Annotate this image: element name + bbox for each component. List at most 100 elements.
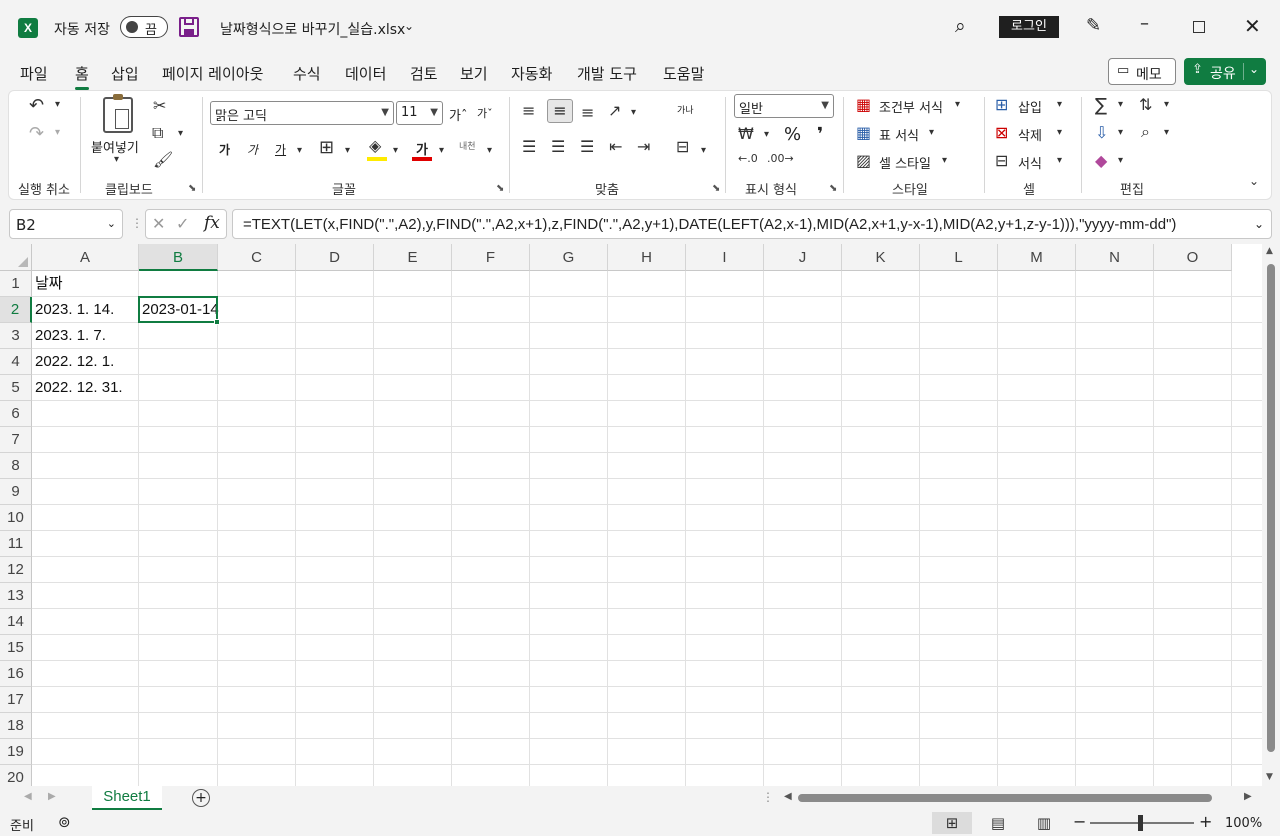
column-header-j[interactable]: J	[764, 244, 842, 271]
merge-center-icon[interactable]: ⊟	[676, 139, 689, 155]
tab-insert[interactable]: 삽입	[111, 63, 139, 84]
minimize-icon[interactable]: –	[1140, 13, 1149, 34]
column-header-f[interactable]: F	[452, 244, 530, 271]
memo-button[interactable]: ▭ 메모	[1108, 58, 1176, 85]
zoom-level[interactable]: 100%	[1225, 816, 1262, 831]
dialog-launcher-icon[interactable]: ⬊	[829, 183, 837, 194]
sheet-tab-sheet1[interactable]: Sheet1	[92, 786, 162, 810]
chevron-down-icon[interactable]: ▾	[1118, 128, 1123, 138]
vertical-scrollbar[interactable]: ▲ ▼	[1262, 244, 1280, 786]
chevron-down-icon[interactable]: ▾	[631, 108, 636, 118]
column-header-c[interactable]: C	[218, 244, 296, 271]
row-header-1[interactable]: 1	[0, 271, 32, 297]
row-header-2[interactable]: 2	[0, 297, 32, 323]
column-header-h[interactable]: H	[608, 244, 686, 271]
search-icon[interactable]: ⌕	[955, 15, 966, 37]
chevron-down-icon[interactable]: ▾	[1057, 100, 1062, 110]
row-header-11[interactable]: 11	[0, 531, 32, 557]
currency-icon[interactable]: ₩	[738, 126, 754, 142]
autosave-toggle[interactable]: 끔	[120, 16, 168, 38]
chevron-down-icon[interactable]: ▾	[1164, 128, 1169, 138]
border-icon[interactable]: ⊞	[319, 139, 334, 157]
file-name[interactable]: 날짜형식으로 바꾸기_실습.xlsx	[220, 19, 405, 39]
cell-a2[interactable]: 2023. 1. 14.	[32, 297, 114, 323]
increase-decimal-icon[interactable]: ←.0	[738, 153, 758, 164]
cell-a4[interactable]: 2022. 12. 1.	[32, 349, 114, 375]
row-header-9[interactable]: 9	[0, 479, 32, 505]
tab-formulas[interactable]: 수식	[293, 63, 321, 84]
undo-icon[interactable]: ↶	[29, 97, 44, 115]
column-header-d[interactable]: D	[296, 244, 374, 271]
increase-font-size-button[interactable]: 가ˆ	[449, 105, 467, 124]
row-header-12[interactable]: 12	[0, 557, 32, 583]
conditional-format-icon[interactable]: ▦	[856, 97, 871, 113]
column-header-a[interactable]: A	[32, 244, 139, 271]
fill-icon[interactable]: ⇩	[1095, 125, 1108, 141]
row-header-6[interactable]: 6	[0, 401, 32, 427]
tab-automate[interactable]: 자동화	[511, 63, 552, 84]
decrease-font-size-button[interactable]: 가ˇ	[477, 105, 493, 121]
row-header-20[interactable]: 20	[0, 765, 32, 786]
column-header-g[interactable]: G	[530, 244, 608, 271]
tab-help[interactable]: 도움말	[663, 63, 704, 84]
table-format-icon[interactable]: ▦	[856, 125, 871, 141]
column-header-b[interactable]: B	[139, 244, 218, 271]
chevron-down-icon[interactable]: ▾	[297, 146, 302, 156]
decrease-indent-icon[interactable]: ⇤	[609, 139, 622, 155]
align-top-icon[interactable]: ≡	[522, 103, 535, 119]
chevron-down-icon[interactable]: ⌄	[1254, 217, 1264, 231]
row-header-16[interactable]: 16	[0, 661, 32, 687]
page-layout-view-button[interactable]: ▤	[978, 812, 1018, 834]
pen-icon[interactable]: ✎	[1086, 15, 1101, 36]
chevron-down-icon[interactable]: ▾	[1118, 100, 1123, 110]
cell-a1[interactable]: 날짜	[32, 271, 63, 297]
format-as-table-button[interactable]: 표 서식	[879, 125, 919, 144]
column-header-n[interactable]: N	[1076, 244, 1154, 271]
format-button[interactable]: 서식	[1018, 153, 1042, 172]
tab-file[interactable]: 파일	[20, 63, 48, 84]
hscroll-right-icon[interactable]: ▶	[1244, 791, 1252, 802]
paste-icon[interactable]	[103, 94, 133, 133]
chevron-down-icon[interactable]: ▾	[929, 128, 934, 138]
column-header-e[interactable]: E	[374, 244, 452, 271]
align-middle-button[interactable]: ≡	[547, 99, 573, 123]
chevron-down-icon[interactable]: ▾	[487, 146, 492, 156]
increase-indent-icon[interactable]: ⇥	[637, 139, 650, 155]
chevron-down-icon[interactable]: ▾	[942, 156, 947, 166]
copy-icon[interactable]: ⧉	[152, 125, 163, 141]
tab-data[interactable]: 데이터	[345, 63, 386, 84]
cell-styles-button[interactable]: 셀 스타일	[879, 153, 931, 172]
orientation-icon[interactable]: ↗	[608, 103, 621, 119]
italic-button[interactable]: 가	[247, 141, 258, 158]
dialog-launcher-icon[interactable]: ⬊	[712, 183, 720, 194]
cell-a3[interactable]: 2023. 1. 7.	[32, 323, 106, 349]
zoom-slider-thumb[interactable]	[1138, 815, 1143, 831]
accessibility-icon[interactable]: ⊚	[58, 813, 71, 831]
chevron-down-icon[interactable]: ▾	[955, 100, 960, 110]
hscroll-left-icon[interactable]: ◀	[784, 791, 792, 802]
insert-button[interactable]: 삽입	[1018, 97, 1042, 116]
chevron-down-icon[interactable]: ▾	[701, 146, 706, 156]
cut-icon[interactable]: ✂	[153, 98, 166, 114]
align-bottom-icon[interactable]: ≡	[581, 105, 594, 121]
zoom-out-icon[interactable]: −	[1073, 812, 1086, 831]
phonetic-button[interactable]: 내천	[459, 139, 476, 152]
formula-input[interactable]: =TEXT(LET(x,FIND(".",A2),y,FIND(".",A2,x…	[232, 209, 1272, 239]
chevron-down-icon[interactable]: ▾	[345, 146, 350, 156]
tab-view[interactable]: 보기	[460, 63, 488, 84]
cell-styles-icon[interactable]: ▨	[856, 153, 871, 169]
chevron-down-icon[interactable]: ▾	[1118, 156, 1123, 166]
tab-scroll-left-icon[interactable]: ◀	[24, 791, 32, 802]
row-header-4[interactable]: 4	[0, 349, 32, 375]
underline-button[interactable]: 가	[275, 141, 286, 158]
find-icon[interactable]: ⌕	[1141, 124, 1150, 140]
chevron-down-icon[interactable]: ▾	[439, 146, 444, 156]
chevron-down-icon[interactable]: ▾	[1057, 156, 1062, 166]
tab-home[interactable]: 홈	[75, 63, 89, 90]
row-header-5[interactable]: 5	[0, 375, 32, 401]
decrease-decimal-icon[interactable]: .00→	[767, 153, 794, 164]
redo-icon[interactable]: ↷	[29, 125, 44, 143]
maximize-icon[interactable]	[1193, 21, 1205, 33]
fill-color-icon[interactable]: ◈	[369, 138, 381, 154]
row-header-18[interactable]: 18	[0, 713, 32, 739]
